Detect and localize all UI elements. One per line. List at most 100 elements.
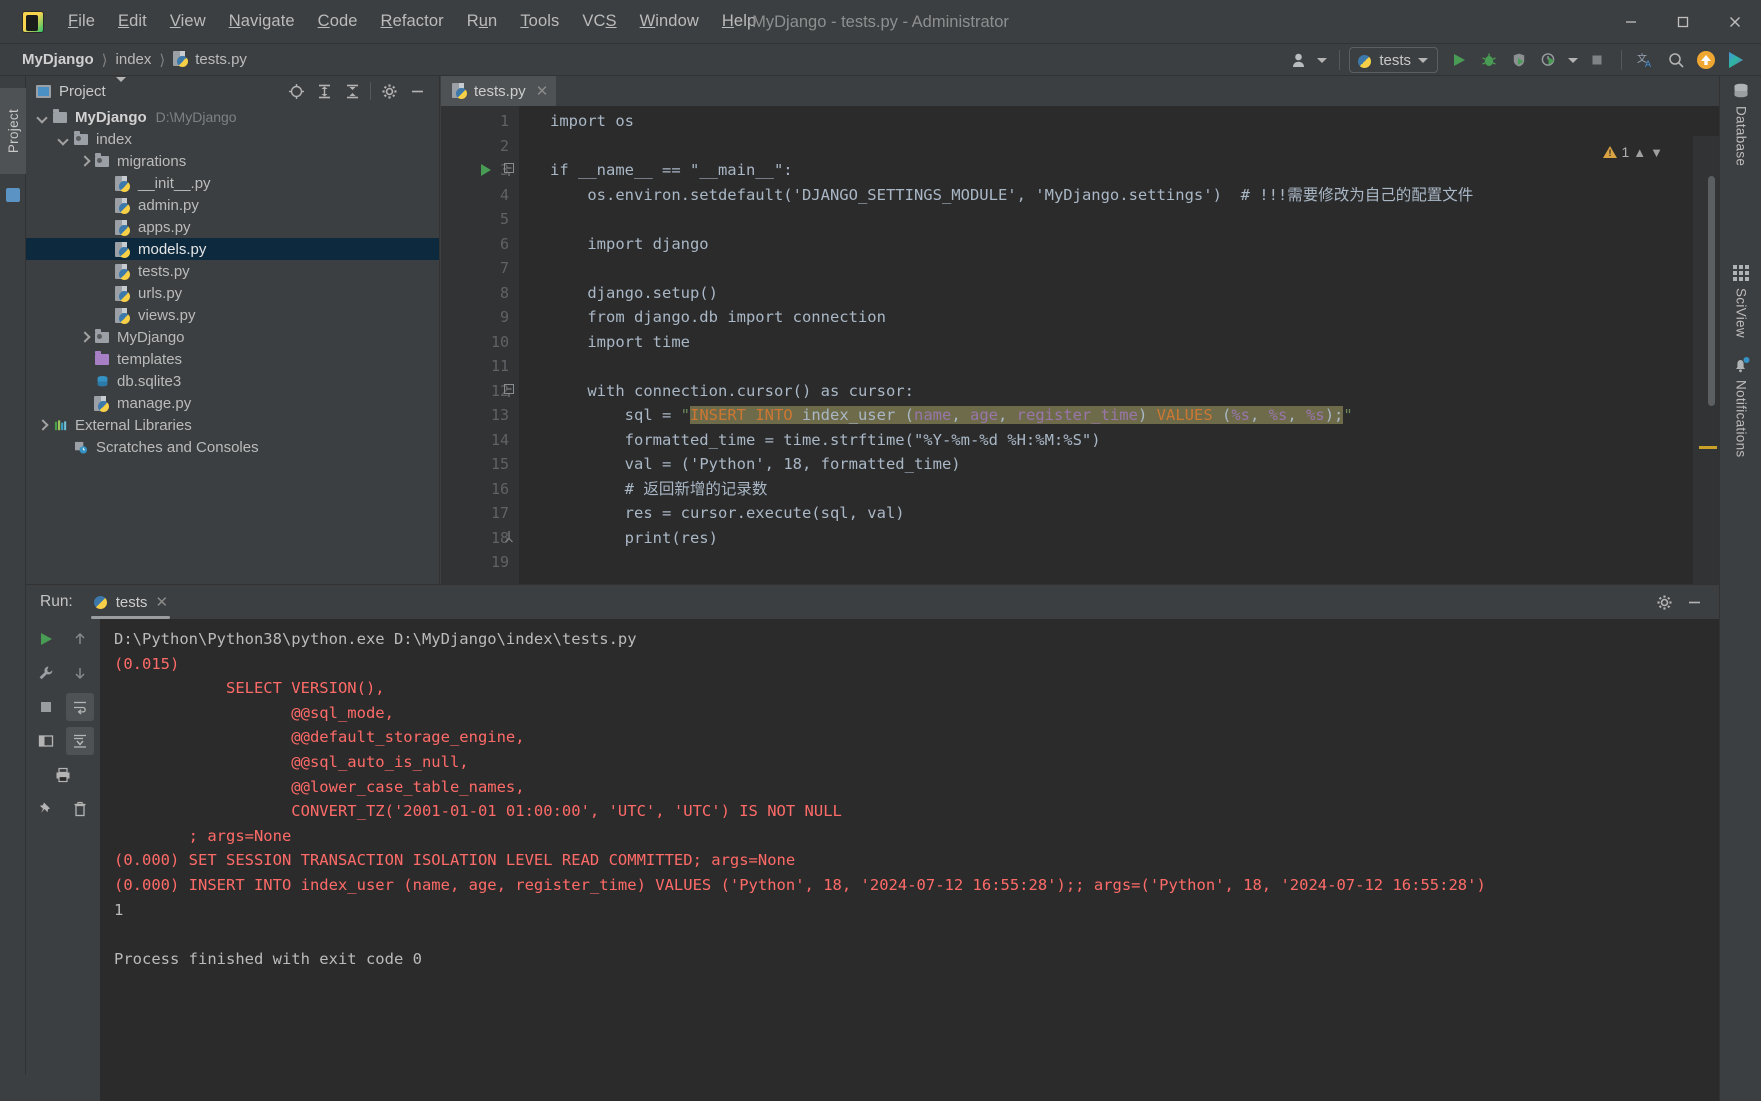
code-line[interactable]: import django — [519, 232, 1719, 257]
editor-scrollbar-thumb[interactable] — [1708, 176, 1715, 406]
structure-icon[interactable] — [6, 188, 20, 202]
chevron-down-icon[interactable]: ▼ — [1650, 145, 1663, 160]
menu-view[interactable]: View — [160, 8, 216, 35]
project-tree[interactable]: MyDjango D:\MyDjango index migrations __init… — [26, 106, 439, 584]
tree-item-migrations[interactable]: migrations — [26, 150, 439, 172]
tree-item-apps-py[interactable]: apps.py — [26, 216, 439, 238]
code-line[interactable]: from django.db import connection — [519, 305, 1719, 330]
chevron-down-icon[interactable] — [36, 111, 49, 124]
menu-code[interactable]: Code — [308, 8, 368, 35]
debug-button[interactable] — [1474, 46, 1504, 74]
code-viewport[interactable]: 1 2 3 4 5 6 7 8 9 10 11 12 13 14 15 16 17 18 19 import os … — [441, 106, 1719, 584]
code-fold-start-icon[interactable] — [504, 383, 515, 397]
code-line[interactable]: import os — [519, 109, 1719, 134]
profile-button[interactable] — [1534, 46, 1564, 74]
pin-button[interactable] — [32, 795, 60, 823]
code-line[interactable]: formatted_time = time.strftime("%Y-%m-%d… — [519, 428, 1719, 453]
user-avatar-icon[interactable] — [1288, 46, 1314, 74]
menu-vcs[interactable]: VCS — [572, 8, 626, 35]
tree-item-mydjango[interactable]: MyDjango D:\MyDjango — [26, 106, 439, 128]
gutter-run-icon[interactable] — [481, 164, 491, 176]
editor-gutter[interactable]: 1 2 3 4 5 6 7 8 9 10 11 12 13 14 15 16 17 18 19 — [441, 106, 519, 584]
close-button[interactable] — [1709, 0, 1761, 44]
down-arrow-button[interactable] — [66, 659, 94, 687]
run-tab-tests[interactable]: tests ✕ — [87, 589, 176, 619]
wrench-button[interactable] — [32, 659, 60, 687]
stripe-button-project[interactable]: Project — [0, 88, 26, 174]
run-button[interactable] — [1444, 46, 1474, 74]
trash-button[interactable] — [66, 795, 94, 823]
gear-icon[interactable] — [1649, 588, 1679, 616]
hide-panel-icon[interactable] — [403, 78, 431, 104]
stop-button[interactable] — [32, 693, 60, 721]
tree-item-urls-py[interactable]: urls.py — [26, 282, 439, 304]
gear-icon[interactable] — [375, 78, 403, 104]
menu-navigate[interactable]: Navigate — [219, 8, 305, 35]
tree-item-views-py[interactable]: views.py — [26, 304, 439, 326]
menu-window[interactable]: Window — [630, 8, 709, 35]
hide-panel-icon[interactable] — [1679, 588, 1709, 616]
up-arrow-button[interactable] — [66, 625, 94, 653]
stripe-button-sciview[interactable]: SciView — [1720, 264, 1761, 338]
tree-item-mydjango[interactable]: MyDjango — [26, 326, 439, 348]
tree-item-scratches-and-consoles[interactable]: Scratches and Consoles — [26, 436, 439, 458]
menu-help[interactable]: Help — [712, 8, 766, 35]
code-line[interactable]: res = cursor.execute(sql, val) — [519, 501, 1719, 526]
tree-item-manage-py[interactable]: manage.py — [26, 392, 439, 414]
update-button[interactable] — [1691, 46, 1721, 74]
code-line[interactable] — [519, 134, 1719, 159]
run-configuration-selector[interactable]: tests — [1349, 47, 1438, 73]
search-everywhere-button[interactable] — [1661, 46, 1691, 74]
tree-item-tests-py[interactable]: tests.py — [26, 260, 439, 282]
expand-all-icon[interactable] — [310, 78, 338, 104]
profile-chevron-icon[interactable] — [1564, 46, 1582, 74]
soft-wrap-button[interactable] — [66, 693, 94, 721]
scroll-to-end-button[interactable] — [66, 727, 94, 755]
chevron-right-icon[interactable] — [36, 419, 49, 432]
chevron-down-icon[interactable] — [57, 133, 70, 146]
layout-button[interactable] — [32, 727, 60, 755]
collapse-all-icon[interactable] — [338, 78, 366, 104]
menu-file[interactable]: File — [58, 8, 105, 35]
project-view-chevron-icon[interactable] — [115, 77, 126, 100]
translate-button[interactable]: 文A — [1631, 46, 1661, 74]
code-line[interactable]: sql = "INSERT INTO index_user (name, age… — [519, 403, 1719, 428]
stripe-button-database[interactable]: Database — [1720, 82, 1761, 166]
tree-item-admin-py[interactable]: admin.py — [26, 194, 439, 216]
minimize-button[interactable] — [1605, 0, 1657, 44]
run-console-output[interactable]: D:\Python\Python38\python.exe D:\MyDjang… — [100, 619, 1719, 1101]
tree-item--init-py[interactable]: __init__.py — [26, 172, 439, 194]
code-line[interactable]: print(res) — [519, 526, 1719, 551]
code-line[interactable] — [519, 550, 1719, 575]
menu-refactor[interactable]: Refactor — [371, 8, 454, 35]
rerun-button[interactable] — [32, 625, 60, 653]
code-line[interactable]: if __name__ == "__main__": — [519, 158, 1719, 183]
tree-item-db-sqlite3[interactable]: db.sqlite3 — [26, 370, 439, 392]
tree-item-external-libraries[interactable]: External Libraries — [26, 414, 439, 436]
tree-item-models-py[interactable]: models.py — [26, 238, 439, 260]
menu-edit[interactable]: Edit — [108, 8, 157, 35]
code-line[interactable]: os.environ.setdefault('DJANGO_SETTINGS_M… — [519, 183, 1719, 208]
maximize-button[interactable] — [1657, 0, 1709, 44]
stripe-button-notifications[interactable]: Notifications — [1720, 356, 1761, 457]
editor-tab-tests-py[interactable]: tests.py ✕ — [441, 76, 557, 106]
close-icon[interactable]: ✕ — [155, 593, 168, 611]
chevron-right-icon[interactable] — [78, 155, 91, 168]
user-avatar-chevron-icon[interactable] — [1314, 46, 1330, 74]
code-line[interactable]: val = ('Python', 18, formatted_time) — [519, 452, 1719, 477]
ide-feature-button[interactable] — [1721, 46, 1751, 74]
print-button[interactable] — [49, 761, 77, 789]
code-line[interactable]: with connection.cursor() as cursor: — [519, 379, 1719, 404]
code-line[interactable] — [519, 354, 1719, 379]
breadcrumb-item-index[interactable]: index — [116, 51, 152, 68]
code-fold-end-icon[interactable] — [504, 530, 515, 542]
close-icon[interactable]: ✕ — [536, 82, 549, 100]
code-line[interactable]: import time — [519, 330, 1719, 355]
code-line[interactable]: # 返回新增的记录数 — [519, 477, 1719, 502]
run-with-coverage-button[interactable] — [1504, 46, 1534, 74]
code-line[interactable] — [519, 207, 1719, 232]
code-content[interactable]: import os if __name__ == "__main__": os.… — [519, 106, 1719, 584]
menu-tools[interactable]: Tools — [510, 8, 569, 35]
breadcrumb-item-file[interactable]: tests.py — [195, 51, 247, 68]
breadcrumb-item-project[interactable]: MyDjango — [22, 51, 94, 68]
